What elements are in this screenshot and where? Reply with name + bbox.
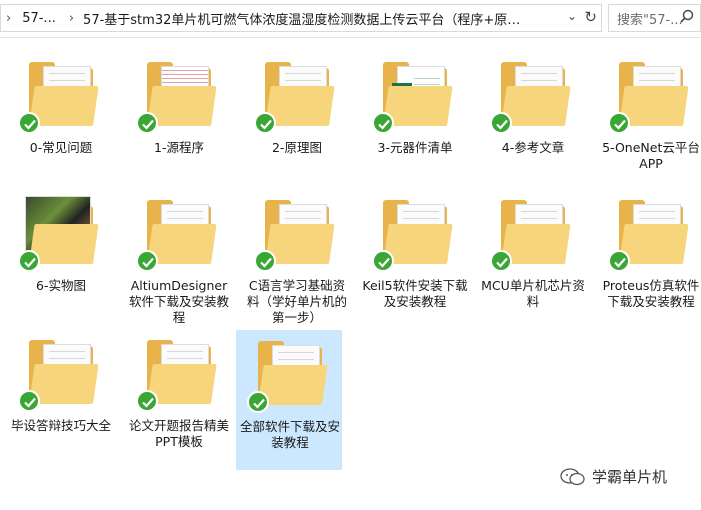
folder-label: 全部软件下载及安装教程 (239, 419, 340, 450)
sync-check-icon (372, 112, 394, 134)
folder-item[interactable]: 6-实物图 (8, 190, 114, 320)
sync-check-icon (254, 250, 276, 272)
sync-check-icon (18, 390, 40, 412)
folder-label: Proteus仿真软件下载及安装教程 (602, 278, 700, 309)
folder-label: 0-常见问题 (29, 140, 93, 155)
sync-check-icon (247, 391, 269, 413)
search-placeholder: 搜索"57-... (617, 12, 683, 28)
folder-item[interactable]: 1-源程序 (126, 52, 232, 182)
breadcrumb-current[interactable]: 57-基于stm32单片机可燃气体浓度温湿度检测数据上传云平台（程序+原理图+.… (79, 9, 531, 28)
watermark-text: 学霸单片机 (592, 468, 668, 486)
folder-item[interactable]: C语言学习基础资料（学好单片机的第一步） (244, 190, 350, 325)
sync-check-icon (490, 112, 512, 134)
history-dropdown-icon[interactable]: ⌄ (567, 9, 577, 23)
sync-check-icon (608, 112, 630, 134)
folder-label: 1-源程序 (154, 140, 204, 155)
sync-check-icon (18, 112, 40, 134)
folder-item[interactable]: 4-参考文章 (480, 52, 586, 182)
folder-label: 2-原理图 (272, 140, 322, 155)
folder-label: Keil5软件安装下载及安装教程 (362, 278, 468, 309)
wechat-icon (560, 467, 585, 485)
address-toolbar: › 57-... › 57-基于stm32单片机可燃气体浓度温湿度检测数据上传云… (0, 0, 701, 38)
refresh-icon[interactable]: ↻ (584, 8, 597, 26)
folder-label: C语言学习基础资料（学好单片机的第一步） (246, 278, 347, 325)
chevron-right-icon: › (68, 10, 75, 26)
sync-check-icon (18, 250, 40, 272)
sync-check-icon (254, 112, 276, 134)
sync-check-icon (136, 250, 158, 272)
folder-label: 3-元器件清单 (377, 140, 453, 155)
folder-item[interactable]: X3-元器件清单 (362, 52, 468, 182)
breadcrumb-parent[interactable]: 57-... (16, 11, 64, 26)
folder-item[interactable]: 5-OneNet云平台APP (598, 52, 701, 182)
folder-item[interactable]: Keil5软件安装下载及安装教程 (362, 190, 468, 320)
folder-item[interactable]: 0-常见问题 (8, 52, 114, 182)
search-input[interactable]: 搜索"57-... (608, 4, 701, 32)
folder-label: MCU单片机芯片资料 (481, 278, 585, 309)
folder-item[interactable]: AltiumDesigner软件下载及安装教程 (126, 190, 232, 325)
folder-item[interactable]: Proteus仿真软件下载及安装教程 (598, 190, 701, 320)
folder-item[interactable]: 2-原理图 (244, 52, 350, 182)
folder-item[interactable]: 毕设答辩技巧大全 (8, 330, 114, 460)
sync-check-icon (136, 390, 158, 412)
search-icon[interactable] (680, 9, 694, 27)
sync-check-icon (608, 250, 630, 272)
sync-check-icon (372, 250, 394, 272)
sync-check-icon (490, 250, 512, 272)
folder-label: 毕设答辩技巧大全 (10, 418, 111, 433)
folder-label: 论文开题报告精美PPT模板 (128, 418, 229, 449)
chevron-right-icon: › (6, 10, 12, 26)
folder-item[interactable]: MCU单片机芯片资料 (480, 190, 586, 320)
folder-label: 4-参考文章 (501, 140, 565, 155)
folder-label: 6-实物图 (36, 278, 86, 293)
sync-check-icon (136, 112, 158, 134)
folder-label: 5-OneNet云平台APP (602, 140, 700, 171)
folder-item[interactable]: 论文开题报告精美PPT模板 (126, 330, 232, 460)
folder-item[interactable]: 全部软件下载及安装教程 (236, 330, 342, 470)
watermark: 学霸单片机 (560, 466, 667, 487)
folder-label: AltiumDesigner软件下载及安装教程 (128, 278, 229, 325)
address-bar[interactable]: › 57-... › 57-基于stm32单片机可燃气体浓度温湿度检测数据上传云… (0, 4, 602, 32)
